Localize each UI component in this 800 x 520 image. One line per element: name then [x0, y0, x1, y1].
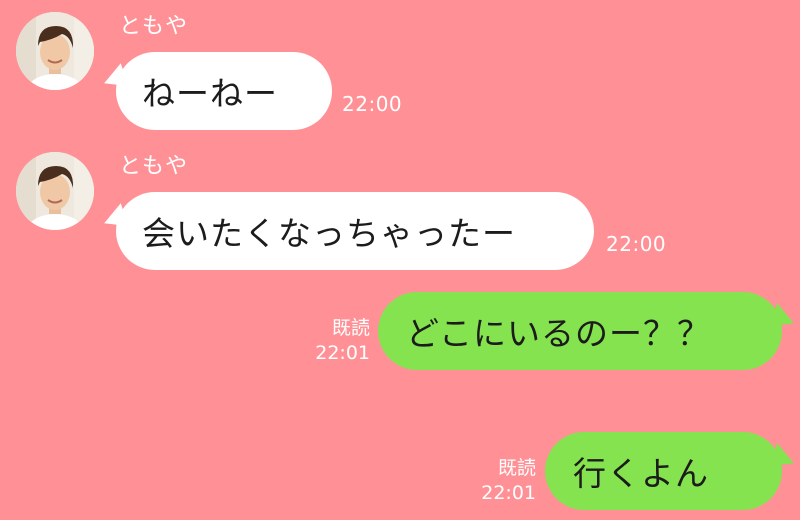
- message-time: 22:01: [481, 482, 536, 504]
- read-receipt: 既読 22:01: [466, 456, 536, 506]
- message-time: 22:00: [606, 232, 667, 256]
- message-text: ねーねー: [142, 74, 278, 113]
- message-bubble[interactable]: どこにいるのー？？: [378, 292, 782, 370]
- user-avatar-icon: [16, 12, 94, 90]
- user-avatar-icon: [16, 152, 94, 230]
- message-time: 22:01: [315, 342, 370, 364]
- message-text: 会いたくなっちゃったー: [142, 214, 516, 253]
- chat-screen: ともや ねーねー 22:00 ともや 会いたくなっちゃったー 22:00 既読 …: [0, 0, 800, 520]
- message-text: 行くよん: [573, 454, 709, 493]
- read-status: 既読: [497, 457, 536, 479]
- sender-name: ともや: [119, 154, 189, 179]
- avatar[interactable]: [16, 12, 94, 90]
- avatar[interactable]: [16, 152, 94, 230]
- message-bubble[interactable]: 行くよん: [545, 432, 782, 510]
- read-status: 既読: [331, 317, 370, 339]
- message-bubble[interactable]: 会いたくなっちゃったー: [116, 192, 594, 270]
- read-receipt: 既読 22:01: [300, 316, 370, 366]
- message-text: どこにいるのー？？: [406, 314, 712, 353]
- message-time: 22:00: [342, 92, 403, 116]
- message-bubble[interactable]: ねーねー: [116, 52, 332, 130]
- sender-name: ともや: [119, 14, 189, 39]
